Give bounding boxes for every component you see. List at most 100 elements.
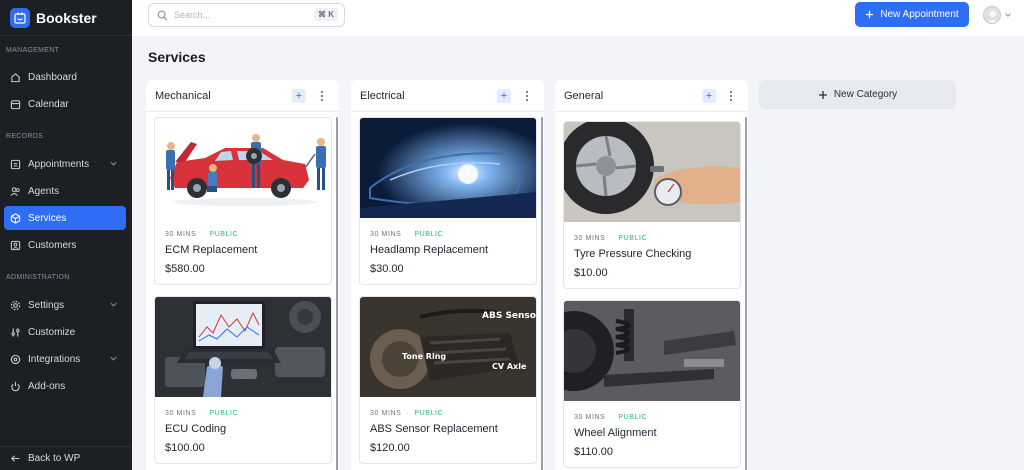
search-placeholder: Search... (174, 10, 211, 20)
search-shortcut-hint: ⌘ K (314, 8, 338, 21)
topbar: Search... ⌘ K New Appointment (132, 0, 1024, 36)
service-card[interactable]: ABS Sensor Tone Ring CV Axle 30 MINS · P… (359, 296, 537, 464)
service-duration: 30 MINS (574, 414, 606, 421)
scrollbar[interactable] (745, 117, 747, 470)
service-visibility: PUBLIC (414, 231, 444, 238)
meta-separator: · (201, 231, 205, 238)
service-image-mechanics (155, 118, 331, 218)
scrollbar[interactable] (541, 117, 543, 470)
service-title: ECU Coding (165, 423, 227, 435)
new-appointment-label: New Appointment (880, 9, 959, 20)
section-label-management: MANAGEMENT (6, 47, 60, 54)
new-category-button[interactable]: New Category (759, 80, 956, 109)
service-title: Wheel Alignment (574, 427, 657, 439)
category-menu-button[interactable] (523, 89, 531, 103)
integrations-icon (10, 354, 21, 364)
category-menu-button[interactable] (318, 89, 326, 103)
sidebar-item-agents[interactable]: Agents (4, 179, 126, 203)
new-appointment-button[interactable]: New Appointment (855, 2, 969, 27)
plus-icon (866, 10, 874, 19)
sidebar: Bookster MANAGEMENT Dashboard Calendar R… (0, 0, 132, 470)
dashboard-icon (11, 72, 20, 82)
brand[interactable]: Bookster (0, 0, 132, 36)
customers-icon (10, 240, 21, 250)
category-title: Mechanical (155, 89, 211, 102)
service-duration: 30 MINS (370, 410, 402, 417)
services-icon (10, 212, 21, 224)
plus-icon (818, 90, 827, 99)
back-to-wp-link[interactable]: Back to WP (0, 446, 132, 470)
service-meta: 30 MINS · PUBLIC (155, 231, 331, 238)
service-duration: 30 MINS (370, 231, 402, 238)
sidebar-item-services[interactable]: Services (4, 206, 126, 230)
service-price: $120.00 (370, 442, 410, 454)
sidebar-item-customize[interactable]: Customize (4, 320, 126, 344)
service-visibility: PUBLIC (209, 410, 239, 417)
service-title: ABS Sensor Replacement (370, 423, 498, 435)
sidebar-item-label: Customers (28, 239, 77, 251)
service-meta: 30 MINS · PUBLIC (155, 410, 331, 417)
add-service-button[interactable]: + (292, 89, 306, 103)
sidebar-item-label: Agents (28, 185, 60, 197)
appointments-icon (10, 159, 21, 169)
gear-icon (10, 300, 21, 310)
service-visibility: PUBLIC (414, 410, 444, 417)
new-category-label: New Category (833, 89, 898, 100)
service-visibility: PUBLIC (209, 231, 239, 238)
category-title: Electrical (360, 89, 405, 102)
service-card[interactable]: 30 MINS · PUBLIC ECU Coding $100.00 (154, 296, 332, 464)
chevron-down-icon[interactable] (1004, 11, 1012, 19)
category-column-mechanical: Mechanical + 30 MINS · PUBLIC ECM Replac… (146, 80, 339, 470)
service-duration: 30 MINS (165, 410, 197, 417)
sidebar-item-settings[interactable]: Settings (4, 293, 126, 317)
service-image-laptop-engine (155, 297, 331, 397)
sidebar-item-customers[interactable]: Customers (4, 233, 126, 257)
service-meta: 30 MINS · PUBLIC (360, 410, 536, 417)
service-card[interactable]: 30 MINS · PUBLIC Tyre Pressure Checking … (563, 121, 741, 289)
sidebar-item-label: Services (28, 212, 67, 224)
chevron-down-icon (110, 161, 117, 166)
add-service-button[interactable]: + (702, 89, 716, 103)
sidebar-item-label: Integrations (28, 353, 81, 365)
service-meta: 30 MINS · PUBLIC (564, 235, 740, 242)
sidebar-item-label: Add-ons (28, 380, 66, 392)
agents-icon (10, 186, 20, 196)
service-visibility: PUBLIC (618, 414, 648, 421)
tone-ring-label: Tone Ring (402, 352, 446, 361)
meta-separator: · (201, 410, 205, 417)
meta-separator: · (610, 235, 614, 242)
sidebar-item-appointments[interactable]: Appointments (4, 152, 126, 176)
sidebar-item-calendar[interactable]: Calendar (4, 92, 126, 116)
service-title: ECM Replacement (165, 244, 258, 256)
service-card[interactable]: 30 MINS · PUBLIC ECM Replacement $580.00 (154, 117, 332, 285)
power-icon (11, 381, 20, 391)
service-price: $110.00 (574, 446, 613, 458)
add-service-button[interactable]: + (497, 89, 511, 103)
sidebar-item-label: Appointments (28, 158, 90, 170)
service-card[interactable]: 30 MINS · PUBLIC Wheel Alignment $110.00 (563, 300, 741, 468)
service-meta: 30 MINS · PUBLIC (360, 231, 536, 238)
service-image-headlamp (360, 118, 536, 218)
sidebar-item-label: Customize (28, 326, 76, 338)
search-input[interactable]: Search... ⌘ K (148, 3, 345, 27)
sidebar-item-integrations[interactable]: Integrations (4, 347, 126, 371)
avatar[interactable] (983, 6, 1001, 24)
category-header: General + (555, 80, 748, 112)
service-card[interactable]: 30 MINS · PUBLIC Headlamp Replacement $3… (359, 117, 537, 285)
category-menu-button[interactable] (727, 89, 735, 103)
sidebar-item-dashboard[interactable]: Dashboard (4, 65, 126, 89)
service-meta: 30 MINS · PUBLIC (564, 414, 740, 421)
service-image-tyre-gauge (564, 122, 740, 222)
service-visibility: PUBLIC (618, 235, 648, 242)
abs-sensor-label: ABS Sensor (482, 311, 537, 321)
category-column-electrical: Electrical + 30 MINS · PUBLIC Headlamp R… (351, 80, 544, 470)
search-icon (157, 10, 168, 20)
service-price: $30.00 (370, 263, 404, 275)
service-duration: 30 MINS (165, 231, 197, 238)
service-image-abs-sensor: ABS Sensor Tone Ring CV Axle (360, 297, 537, 397)
chevron-down-icon (110, 302, 117, 307)
scrollbar[interactable] (336, 117, 338, 470)
meta-separator: · (406, 231, 410, 238)
back-to-wp-label: Back to WP (28, 453, 81, 464)
sidebar-item-addons[interactable]: Add-ons (4, 374, 126, 398)
